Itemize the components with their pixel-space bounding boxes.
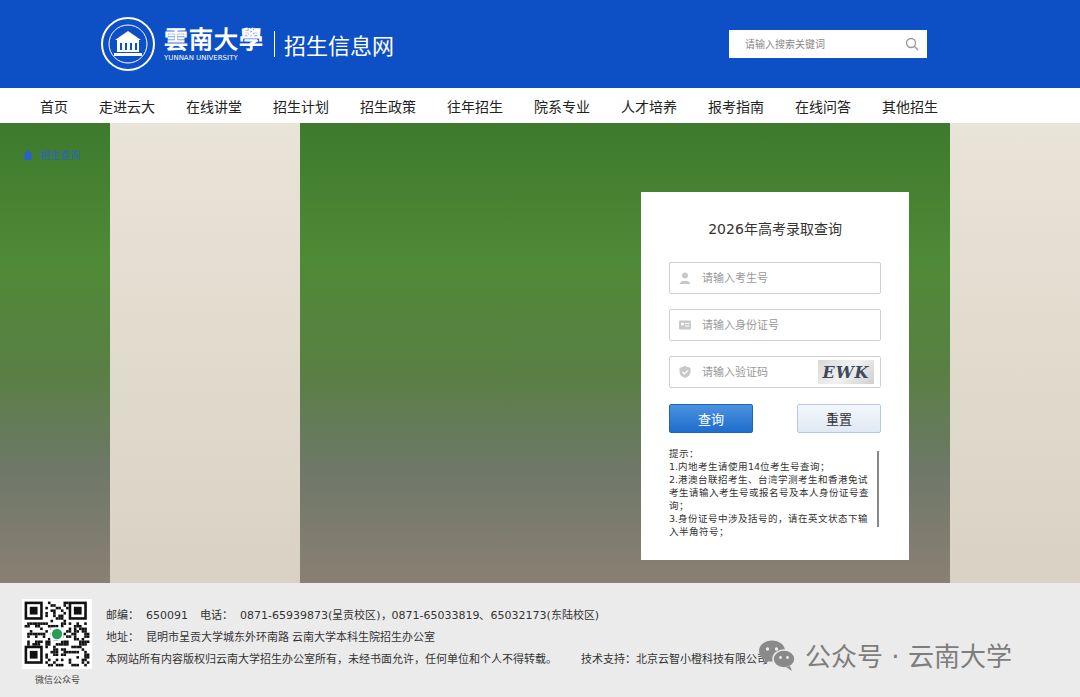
logo-text: 雲南大學YUNNAN UNIVERSITY — [164, 26, 264, 63]
site-logo[interactable]: 雲南大學YUNNAN UNIVERSITY — [100, 16, 264, 72]
search-input[interactable] — [743, 38, 905, 51]
id-card-icon — [678, 318, 692, 332]
nav-item[interactable]: 往年招生 — [447, 96, 503, 116]
footer-row: 本网站所有内容版权归云南大学招生办公室所有，未经书面允许，任何单位和个人不得转载… — [106, 653, 768, 667]
footer-text: 技术支持：北京云智小橙科技有限公司 — [581, 653, 768, 667]
captcha-image[interactable]: EWK — [818, 360, 874, 384]
site-footer: 微信公众号 邮编： 650091 电话： 0871-65939873(呈贡校区)，0… — [0, 583, 1080, 697]
gate-pillar — [110, 123, 300, 583]
user-input[interactable] — [700, 271, 880, 286]
breadcrumb: 招生查询 — [22, 147, 80, 162]
query-field — [669, 309, 881, 341]
footer-row: 地址： 昆明市呈贡大学城东外环南路 云南大学本科生院招生办公室 — [106, 631, 768, 645]
site-header: 雲南大學YUNNAN UNIVERSITY 招生信息网 — [0, 0, 1080, 88]
query-field: EWK — [669, 356, 881, 388]
search-icon[interactable] — [905, 37, 919, 51]
idcard-input[interactable] — [700, 318, 880, 333]
captcha-input[interactable] — [700, 365, 818, 380]
main-nav: 首页 走进云大 在线讲堂 招生计划 招生政策 往年招生 院系专业 人才培养 报考指南 在线问答 其他… — [0, 88, 1080, 123]
gate-pillar — [950, 123, 1080, 583]
query-card: 2026年高考录取查询 EWK 查询 重置提示：1.内地考生请使用14位考生号查询；2… — [641, 192, 909, 560]
university-emblem-icon — [100, 16, 156, 72]
footer-row: 邮编： 650091 电话： 0871-65939873(呈贡校区)，0871-6… — [106, 609, 768, 623]
footer-text: 邮编： 650091 — [106, 609, 188, 623]
nav-item[interactable]: 招生政策 — [360, 96, 416, 116]
footer-text: 电话： 0871-65939873(呈贡校区)，0871-65033819、65… — [200, 609, 599, 623]
nav-item[interactable]: 院系专业 — [534, 96, 590, 116]
home-icon — [22, 149, 34, 161]
breadcrumb-link[interactable]: 招生查询 — [40, 147, 80, 162]
tips-title: 提示： — [669, 447, 871, 460]
tip-line: 3.身份证号中涉及括号的，请在英文状态下输入半角符号； — [669, 512, 871, 538]
campus-photo: 招生查询 2026年高考录取查询 EWK 查询 重置提示：1.内地考生请使用14位考生号… — [0, 123, 1080, 583]
tips: 提示：1.内地考生请使用14位考生号查询；2.港澳台联招考生、台湾学测考生和香港… — [669, 447, 881, 538]
footer-text: 本网站所有内容版权归云南大学招生办公室所有，未经书面允许，任何单位和个人不得转载… — [106, 653, 557, 667]
button-row: 查询 重置 — [669, 404, 881, 433]
nav-item[interactable]: 招生计划 — [273, 96, 329, 116]
qr-code-icon — [22, 599, 92, 669]
logo-separator — [274, 31, 275, 57]
user-icon — [678, 271, 692, 285]
tip-line: 1.内地考生请使用14位考生号查询； — [669, 460, 871, 473]
reset-button[interactable]: 重置 — [797, 404, 881, 433]
nav-item[interactable]: 在线讲堂 — [186, 96, 242, 116]
query-field — [669, 262, 881, 294]
site-title: 招生信息网 — [284, 28, 394, 60]
footer-text: 地址： 昆明市呈贡大学城东外环南路 云南大学本科生院招生办公室 — [106, 631, 436, 645]
tips-scrollbar[interactable] — [877, 451, 879, 527]
logo-english: YUNNAN UNIVERSITY — [164, 54, 264, 63]
card-title: 2026年高考录取查询 — [669, 218, 881, 238]
watermark: 公众号 · 云南大学 — [757, 636, 1012, 673]
nav-item[interactable]: 人才培养 — [621, 96, 677, 116]
footer-info: 邮编： 650091 电话： 0871-65939873(呈贡校区)，0871-6… — [106, 599, 768, 697]
nav-item[interactable]: 首页 — [40, 96, 68, 116]
logo-name: 雲南大學 — [164, 26, 264, 54]
nav-item[interactable]: 在线问答 — [795, 96, 851, 116]
tip-line: 2.港澳台联招考生、台湾学测考生和香港免试考生请输入考生号或报名号及本人身份证号… — [669, 473, 871, 512]
wechat-qr: 微信公众号 — [22, 599, 92, 697]
wechat-icon — [757, 638, 797, 672]
nav-item[interactable]: 走进云大 — [99, 96, 155, 116]
shield-icon — [678, 365, 692, 379]
nav-item[interactable]: 报考指南 — [708, 96, 764, 116]
qr-caption: 微信公众号 — [35, 673, 80, 686]
nav-item[interactable]: 其他招生 — [882, 96, 938, 116]
watermark-text: 公众号 · 云南大学 — [805, 636, 1012, 673]
search-box — [729, 30, 927, 58]
query-button[interactable]: 查询 — [669, 404, 753, 433]
